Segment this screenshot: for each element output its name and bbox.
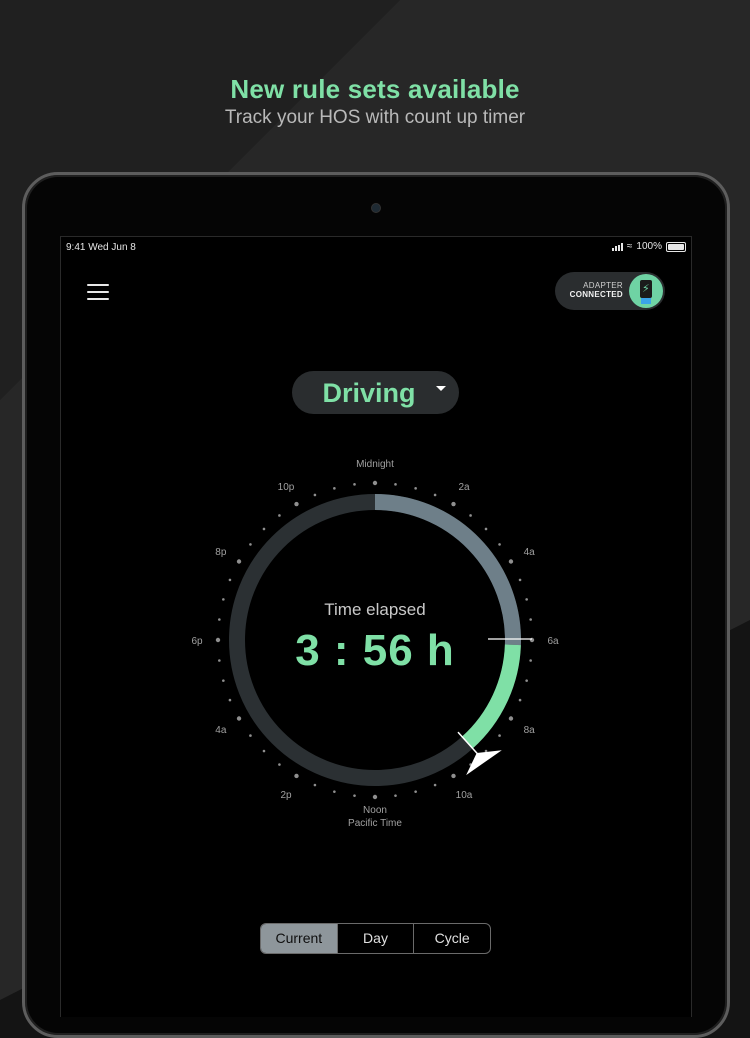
dial-tick-dot: [414, 487, 417, 490]
signal-icon: [611, 242, 623, 251]
status-time: 9:41 Wed Jun 8: [66, 242, 136, 253]
adapter-state: CONNECTED: [569, 290, 623, 299]
dial-tick-dot: [278, 763, 281, 766]
dial-hour-label: 6a: [547, 636, 559, 647]
dial-tick-dot: [333, 790, 336, 793]
dial-tick-dot: [372, 480, 378, 486]
promo-title: New rule sets available: [230, 74, 520, 104]
dial-tick-dot: [518, 578, 522, 582]
dial-now-arrow-icon: [466, 750, 502, 776]
dial-tick-dot: [278, 514, 281, 517]
dial-tick-dot: [518, 698, 522, 702]
menu-button[interactable]: [87, 284, 109, 302]
promo-subtitle: Track your HOS with count up timer: [224, 107, 526, 128]
dial-tick-dot: [525, 679, 528, 682]
dial-tick-dot: [451, 773, 456, 779]
dial-tick-dot: [529, 618, 532, 621]
dial-tick-dot: [508, 559, 514, 564]
dial-tick-dot: [353, 483, 356, 486]
duty-status-dropdown[interactable]: Driving: [292, 371, 459, 414]
dial-hour-label: 8p: [215, 547, 227, 558]
adapter-label: ADAPTER: [583, 281, 623, 290]
dial-tick-dot: [469, 514, 472, 517]
dial-hour-label: 2a: [458, 482, 470, 493]
chevron-down-icon: [436, 386, 446, 391]
dial-tick-dot: [498, 543, 501, 546]
dial-tick-dot: [508, 716, 514, 721]
dial-tick-dot: [353, 794, 356, 797]
dial-tick-dot: [414, 790, 417, 793]
dial-hour-label: 4a: [215, 725, 227, 736]
dial-tick-dot: [236, 716, 242, 721]
dial-tick-dot: [394, 794, 397, 797]
tab-day[interactable]: Day: [338, 924, 415, 953]
dial-tick-dot: [294, 773, 299, 779]
status-indicators: ≈ 100%: [611, 241, 686, 252]
dial-tick-dot: [215, 637, 221, 643]
dial-tick-dot: [228, 578, 232, 582]
dial-tick-dot: [333, 487, 336, 490]
dial-tick-dot: [525, 598, 528, 601]
dial-tick-dot: [313, 783, 317, 787]
dial-hour-label: 10a: [456, 790, 473, 801]
dial-tick-dot: [218, 618, 221, 621]
dial-tick-dot: [228, 698, 232, 702]
dial-label-noon: Noon: [363, 805, 387, 816]
dial-tick-dot: [394, 483, 397, 486]
dial-tick-dot: [433, 493, 437, 497]
dial-tick-dot: [451, 501, 456, 507]
dial-label-timezone: Pacific Time: [348, 818, 402, 829]
dial-tick-dot: [222, 679, 225, 682]
dial-hour-label: 10p: [278, 482, 295, 493]
dial-hour-label: 2p: [280, 790, 292, 801]
dial-tick-dot: [529, 659, 532, 662]
battery-icon: [666, 241, 686, 252]
dial-tick-dot: [249, 543, 252, 546]
dial-label-midnight: Midnight: [356, 459, 394, 470]
dial-tick-dot: [313, 493, 317, 497]
tab-current[interactable]: Current: [261, 924, 338, 953]
dial-tick-dot: [262, 749, 266, 753]
adapter-status-button[interactable]: ADAPTER CONNECTED ⚡: [555, 272, 665, 310]
dial-tick-dot: [433, 783, 437, 787]
elapsed-value: 3 : 56 h: [295, 626, 455, 675]
dial-hour-label: 8a: [524, 725, 536, 736]
dial-hour-label: 4a: [524, 547, 536, 558]
dial-tick-dot: [484, 527, 488, 531]
hamburger-icon: [87, 284, 109, 286]
battery-percent: 100%: [636, 241, 662, 252]
camera-icon: [371, 203, 381, 213]
dial-tick-dot: [249, 734, 252, 737]
wifi-icon: ≈: [626, 241, 633, 252]
adapter-icon: ⚡: [629, 274, 663, 308]
elapsed-label: Time elapsed: [324, 600, 426, 619]
dial-tick-dot: [498, 734, 501, 737]
dial-elapsed-arc: [374, 494, 521, 646]
dial-tick-dot: [262, 527, 266, 531]
dial-tick-dot: [372, 794, 378, 800]
dial-tick-dot: [236, 559, 242, 564]
dial-hour-label: 6p: [191, 636, 203, 647]
dial-tick-dot: [218, 659, 221, 662]
dial-tick-dot: [222, 598, 225, 601]
tab-cycle[interactable]: Cycle: [414, 924, 490, 953]
view-segmented-control: Current Day Cycle: [260, 923, 491, 954]
dial-tick-dot: [294, 501, 299, 507]
duty-status-label: Driving: [322, 378, 416, 408]
